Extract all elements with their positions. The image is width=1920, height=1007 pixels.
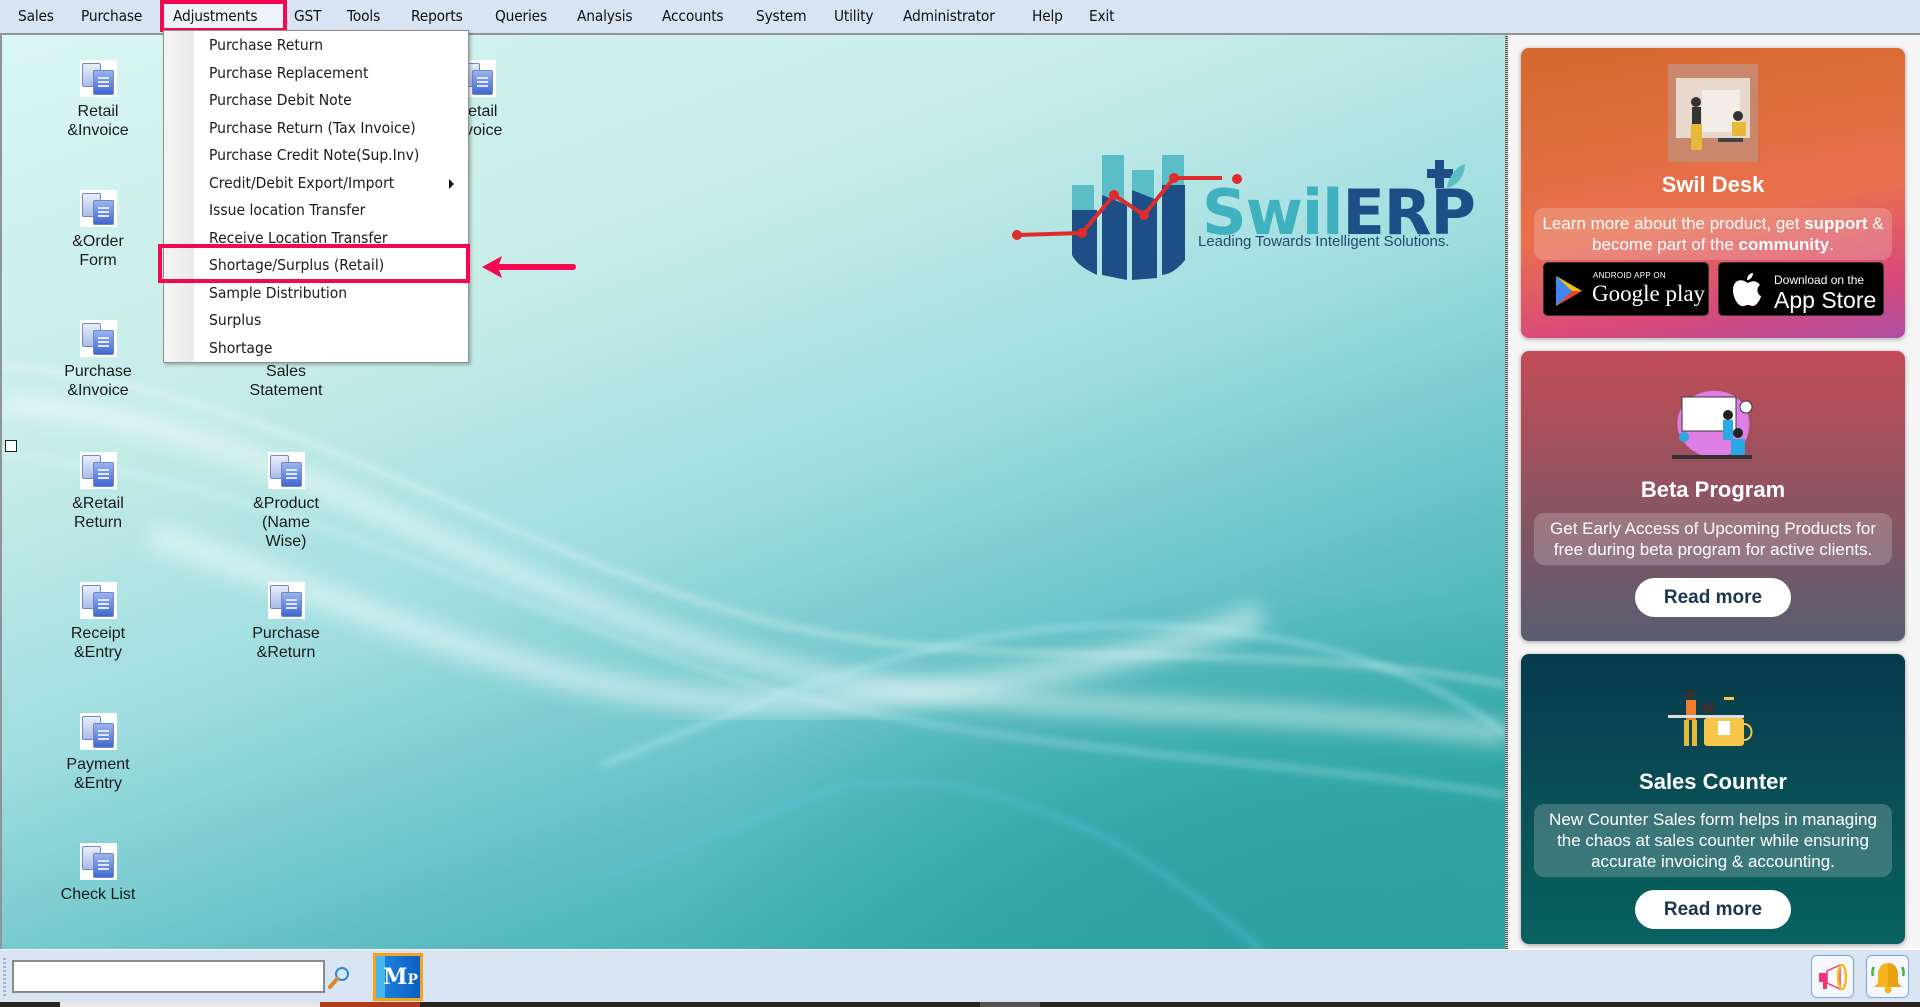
card-swil-desk: Swil Desk Learn more about the product, …	[1521, 48, 1905, 338]
annotation-highlight-shortage-surplus	[158, 244, 470, 283]
menu-purchase[interactable]: Purchase	[81, 7, 142, 25]
menu-item-purchase-debit-note[interactable]: Purchase Debit Note	[209, 87, 352, 114]
megaphone-icon	[1819, 963, 1848, 991]
menu-accounts[interactable]: Accounts	[662, 7, 724, 25]
bottom-toolbar: MP	[0, 949, 1920, 1002]
card-sales-counter: Sales Counter New Counter Sales form hel…	[1521, 654, 1905, 944]
document-icon	[267, 582, 305, 619]
menu-analysis[interactable]: Analysis	[577, 7, 633, 25]
document-icon	[79, 582, 117, 619]
shortcut-label: Payment &Entry	[66, 756, 130, 792]
apple-icon	[1733, 273, 1761, 307]
document-icon	[79, 60, 117, 97]
menu-item-sample-distribution[interactable]: Sample Distribution	[209, 280, 347, 307]
shortcut-order-form[interactable]: &Order Form	[33, 190, 163, 270]
menu-help[interactable]: Help	[1032, 7, 1063, 25]
document-icon	[79, 320, 117, 357]
os-taskbar-strip	[0, 1002, 1920, 1007]
menu-item-purchase-return-tax[interactable]: Purchase Return (Tax Invoice)	[209, 115, 416, 142]
card-beta-program: Beta Program Get Early Access of Upcomin…	[1521, 351, 1905, 641]
menu-queries[interactable]: Queries	[495, 7, 547, 25]
menu-adjustments[interactable]: Adjustments	[173, 7, 258, 25]
menu-item-issue-location-transfer[interactable]: Issue location Transfer	[209, 197, 365, 224]
document-icon	[267, 452, 305, 489]
google-play-button[interactable]: ANDROID APP ON Google play	[1543, 262, 1709, 316]
logo-plus-leaf-icon	[1427, 160, 1465, 188]
toolbar-grip[interactable]	[3, 958, 6, 996]
shortcut-payment-entry[interactable]: Payment &Entry	[33, 713, 163, 793]
document-icon	[79, 190, 117, 227]
shortcut-product-name-wise[interactable]: &Product (Name Wise)	[221, 452, 351, 577]
search-icon[interactable]	[328, 966, 350, 990]
search-input[interactable]	[12, 960, 325, 993]
menu-reports[interactable]: Reports	[411, 7, 463, 25]
menu-tools[interactable]: Tools	[347, 7, 380, 25]
mp-label-small: P	[407, 972, 418, 988]
shortcut-retail-return[interactable]: &Retail Return	[33, 452, 163, 532]
card-description: Get Early Access of Upcoming Products fo…	[1534, 513, 1892, 565]
announcement-button[interactable]	[1811, 955, 1854, 998]
card-title: Swil Desk	[1661, 172, 1765, 197]
annotation-arrow-icon	[482, 256, 576, 278]
sales-counter-illustration	[1668, 689, 1753, 746]
notifications-button[interactable]	[1866, 955, 1909, 998]
logo-tagline: Leading Towards Intelligent Solutions.	[1198, 233, 1450, 250]
menu-item-surplus[interactable]: Surplus	[209, 307, 261, 334]
taskbar-segment	[980, 1002, 1040, 1007]
mp-app-button[interactable]: MP	[373, 953, 423, 1001]
menu-sales[interactable]: Sales	[18, 7, 54, 25]
read-more-button[interactable]: Read more	[1635, 578, 1791, 617]
menu-utility[interactable]: Utility	[834, 7, 873, 25]
card-description: Learn more about the product, get suppor…	[1534, 208, 1892, 260]
card-title: Sales Counter	[1639, 769, 1787, 794]
document-icon	[79, 843, 117, 880]
menu-item-purchase-return[interactable]: Purchase Return	[209, 32, 323, 59]
shortcut-label: Retail &Invoice	[67, 103, 129, 139]
shortcut-label: Receipt &Entry	[70, 625, 126, 661]
beta-program-illustration	[1672, 390, 1753, 459]
shortcut-label: &Product (Name Wise)	[253, 495, 319, 550]
menu-administrator[interactable]: Administrator	[903, 7, 995, 25]
mp-label: M	[383, 964, 408, 990]
menu-item-purchase-credit-note[interactable]: Purchase Credit Note(Sup.Inv)	[209, 142, 419, 169]
info-panel: Swil Desk Learn more about the product, …	[1508, 35, 1920, 949]
shortcut-label: Check List	[60, 886, 136, 903]
shortcut-label: Purchase &Invoice	[64, 363, 132, 399]
shortcut-label: Purchase &Return	[252, 625, 320, 661]
document-icon	[79, 452, 117, 489]
shortcut-label: &Order Form	[72, 233, 124, 269]
app-store-label: App Store	[1774, 287, 1877, 313]
logo-chart-icon	[1012, 155, 1222, 280]
shortcut-retail-invoice[interactable]: Retail &Invoice	[33, 60, 163, 140]
shortcut-label: &Retail Return	[72, 495, 124, 531]
menu-gutter	[164, 31, 194, 362]
submenu-arrow-icon	[449, 179, 454, 189]
card-title: Beta Program	[1640, 477, 1786, 502]
google-play-small: ANDROID APP ON	[1593, 271, 1666, 280]
document-icon	[79, 713, 117, 750]
menu-system[interactable]: System	[756, 7, 807, 25]
menu-item-purchase-replacement[interactable]: Purchase Replacement	[209, 60, 368, 87]
shortcut-receipt-entry[interactable]: Receipt &Entry	[33, 582, 163, 662]
bell-icon	[1871, 963, 1905, 994]
menu-gst[interactable]: GST	[294, 7, 322, 25]
card-description: New Counter Sales form helps in managing…	[1534, 804, 1892, 877]
app-store-button[interactable]: Download on the App Store	[1718, 262, 1884, 316]
taskbar-segment	[320, 1002, 420, 1007]
menu-item-credit-debit-export-import[interactable]: Credit/Debit Export/Import	[209, 170, 394, 197]
shortcut-purchase-invoice[interactable]: Purchase &Invoice	[33, 320, 163, 400]
small-checkbox[interactable]	[5, 440, 17, 452]
app-store-small: Download on the	[1774, 273, 1865, 287]
shortcut-label: Sales Statement	[249, 363, 323, 399]
menu-exit[interactable]: Exit	[1089, 7, 1115, 25]
read-more-button[interactable]: Read more	[1635, 890, 1791, 929]
swil-desk-illustration	[1668, 64, 1758, 162]
taskbar-segment	[60, 1002, 320, 1007]
shortcut-check-list[interactable]: Check List	[33, 843, 163, 904]
google-play-label: Google play	[1592, 281, 1706, 306]
adjustments-dropdown-menu: Purchase Return Purchase Replacement Pur…	[163, 30, 469, 363]
shortcut-purchase-return[interactable]: Purchase &Return	[221, 582, 351, 662]
google-play-icon	[1556, 276, 1582, 306]
menu-item-shortage[interactable]: Shortage	[209, 335, 272, 362]
